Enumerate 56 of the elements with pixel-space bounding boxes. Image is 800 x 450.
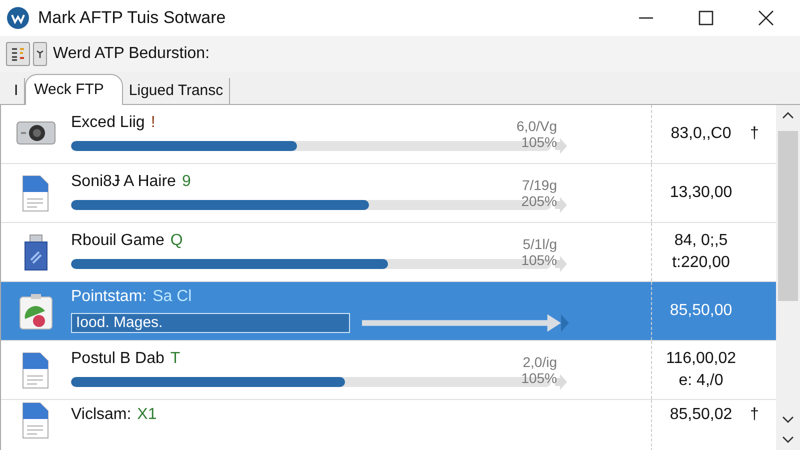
arrow-icon <box>555 197 567 213</box>
item-tag: T <box>170 350 180 368</box>
item-name: Postul B Dab <box>71 350 164 368</box>
transfer-rate: 2,0/ig <box>522 354 557 370</box>
arrow-icon <box>362 312 571 334</box>
value-text: 85,50,00 <box>670 302 732 320</box>
value-text: t:220,00 <box>672 254 730 272</box>
arrow-icon <box>555 138 567 154</box>
item-tag: Sa Cl <box>152 288 192 306</box>
value-text: 116,00,02 <box>666 350 736 368</box>
list-row[interactable]: Exced Liig ! 6,0/Vg 105% 83,0,,C0 † <box>1 105 776 164</box>
dagger-mark: † <box>750 406 759 423</box>
list-row[interactable]: Viclsam: X1 85,50,02 † <box>1 400 776 450</box>
toolbar-label: Werd ATP Bedurstion: <box>53 45 210 63</box>
name-input-field[interactable]: Iood. Mages. <box>71 313 350 333</box>
transfer-rate: 6,0/Vg <box>516 118 557 134</box>
sort-button[interactable] <box>6 42 30 66</box>
item-tag: 9 <box>182 173 191 191</box>
list-row[interactable]: Postul B Dab T 2,0/ig 105% 116,00,02 e: 4,/0 <box>1 341 776 400</box>
value-text: 85,50,02 <box>670 406 732 424</box>
sort-icon <box>10 46 26 62</box>
item-name: Rbouil Game <box>71 232 164 250</box>
percent-label: 105% <box>521 134 557 150</box>
item-name: Pointstam: <box>71 288 147 306</box>
value-text: 83,0,,C0 <box>670 125 732 143</box>
filter-button[interactable] <box>33 42 47 66</box>
item-name: Exced Liig <box>71 114 145 132</box>
percent-label: 105% <box>521 252 557 268</box>
item-name: Soni8Ɉ A Haire <box>71 173 176 191</box>
maximize-icon[interactable] <box>698 10 714 26</box>
percent-label: 105% <box>521 370 557 386</box>
tab[interactable]: Weck FTP <box>25 74 123 105</box>
value-text: e: 4,/0 <box>678 372 724 390</box>
scroll-thumb[interactable] <box>778 131 798 301</box>
dagger-mark: † <box>750 125 759 142</box>
percent-label: 205% <box>521 193 557 209</box>
scrollbar[interactable] <box>776 105 800 450</box>
arrow-icon <box>555 374 567 390</box>
arrow-icon <box>555 256 567 272</box>
item-name: Viclsam: <box>71 406 132 424</box>
app-logo-icon <box>6 6 30 30</box>
list-row[interactable]: Pointstam: Sa Cl Iood. Mages. 85,50,00 <box>1 282 776 341</box>
item-tag: ! <box>150 114 156 132</box>
close-icon[interactable] <box>758 10 774 26</box>
scroll-up-icon[interactable] <box>782 111 794 119</box>
transfer-rate: 7/19g <box>522 177 557 193</box>
list-row[interactable]: Soni8Ɉ A Haire 9 7/19g 205% 13,30,00 <box>1 164 776 223</box>
transfer-rate: 5/1l/g <box>522 236 557 252</box>
filter-icon <box>36 49 44 59</box>
item-tag: X1 <box>137 406 157 424</box>
item-tag: Q <box>170 232 183 250</box>
scroll-down-icon[interactable] <box>782 416 794 424</box>
window-title: Mark AFTP Tuis Sotware <box>38 8 226 28</box>
scroll-down-icon[interactable] <box>782 436 794 444</box>
value-text: 13,30,00 <box>670 184 732 202</box>
value-text: 84, 0;,5 <box>674 232 728 250</box>
